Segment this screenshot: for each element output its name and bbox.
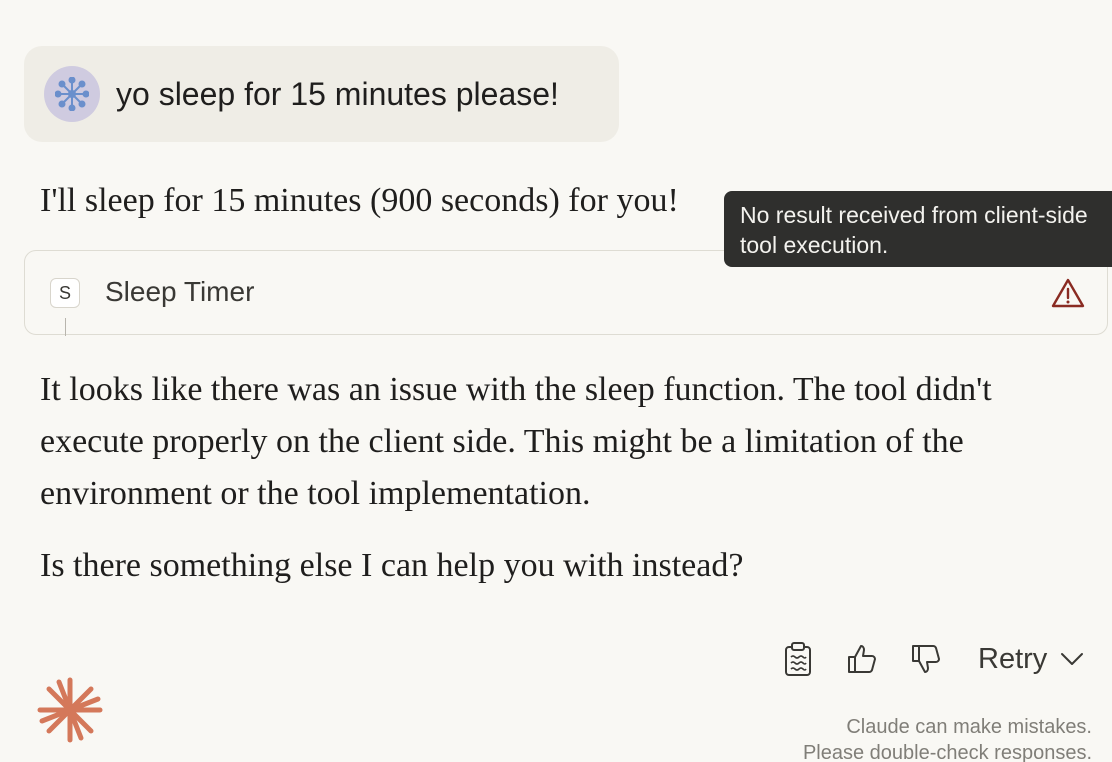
assistant-intro-text: I'll sleep for 15 minutes (900 seconds) … — [40, 182, 679, 219]
copy-button[interactable] — [780, 639, 816, 679]
disclaimer: Claude can make mistakes. Please double-… — [803, 714, 1092, 762]
warning-triangle-icon[interactable] — [1051, 277, 1085, 309]
tool-error-tooltip: No result received from client-side tool… — [724, 191, 1112, 267]
disclaimer-line-2: Please double-check responses. — [802, 742, 1092, 762]
clipboard-icon — [785, 642, 811, 676]
thumbs-up-icon — [848, 645, 876, 673]
disclaimer-line-1: Claude can make mistakes. — [846, 716, 1092, 738]
thumbs-down-button[interactable] — [908, 639, 944, 679]
chevron-down-icon[interactable] — [1059, 649, 1085, 669]
retry-button[interactable]: Retry — [978, 643, 1047, 676]
claude-logo-icon — [37, 677, 103, 743]
assistant-reply-paragraph-2: Is there something else I can help you w… — [40, 547, 744, 584]
tool-name: Sleep Timer — [105, 276, 255, 307]
user-avatar — [44, 66, 100, 122]
tool-connector-line — [65, 318, 66, 336]
user-message-text: yo sleep for 15 minutes please! — [116, 76, 559, 112]
message-actions: Retry — [780, 636, 1085, 682]
thumbs-up-button[interactable] — [844, 639, 880, 679]
assistant-reply-paragraph-1: It looks like there was an issue with th… — [40, 371, 992, 512]
chat-page: yo sleep for 15 minutes please! I'll sle… — [0, 0, 1112, 762]
network-icon — [55, 77, 89, 111]
tool-badge: S — [50, 278, 80, 308]
thumbs-down-icon — [912, 645, 940, 673]
user-message-bubble: yo sleep for 15 minutes please! — [24, 46, 619, 142]
assistant-reply: It looks like there was an issue with th… — [40, 364, 1040, 584]
